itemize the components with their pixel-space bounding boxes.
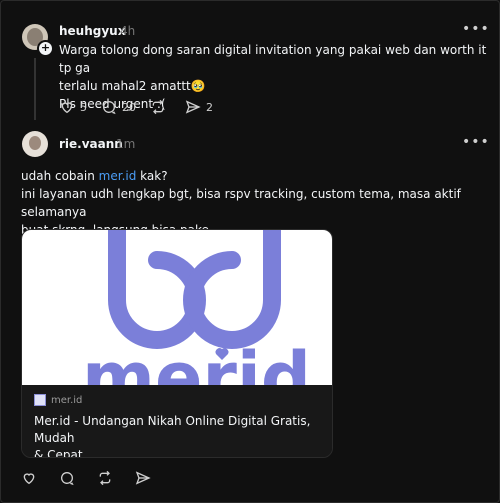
send-icon	[185, 100, 201, 114]
repost-icon	[152, 99, 164, 115]
comment-button[interactable]	[59, 470, 80, 486]
post-line: terlalu mahal2 amattt🥹	[59, 79, 206, 93]
share-button[interactable]: 2	[185, 99, 213, 115]
favicon-icon	[34, 394, 46, 406]
share-count: 2	[206, 100, 213, 114]
comment-count: 20	[122, 100, 136, 114]
mer-id-logo: merid	[82, 230, 311, 385]
repost-button[interactable]	[97, 470, 118, 486]
timestamp: 4h	[120, 24, 136, 38]
send-icon	[135, 471, 151, 485]
more-options-icon[interactable]: •••	[462, 134, 490, 150]
timestamp: 1m	[116, 137, 136, 151]
comment-icon	[103, 101, 116, 115]
repost-button[interactable]	[150, 99, 171, 115]
heart-icon	[23, 473, 35, 485]
thread-connector	[34, 58, 36, 120]
like-count: 5	[80, 100, 87, 114]
share-button[interactable]	[135, 470, 156, 486]
comment-icon	[61, 472, 74, 486]
link-domain: mer.id	[34, 394, 82, 406]
link-preview-image: merid	[22, 230, 332, 385]
like-button[interactable]	[21, 470, 42, 486]
username[interactable]: rie.vaann	[59, 137, 123, 151]
link-title: Mer.id - Undangan Nikah Online Digital G…	[34, 414, 311, 458]
post-actions: 5 20 2	[59, 99, 227, 115]
comment-button[interactable]: 20	[101, 99, 136, 115]
post-line: Warga tolong dong saran digital invitati…	[59, 43, 487, 75]
post-line: ini layanan udh lengkap bgt, bisa rspv t…	[21, 187, 461, 219]
like-button[interactable]: 5	[59, 99, 87, 115]
follow-plus-icon[interactable]: +	[37, 40, 54, 57]
mer-id-link[interactable]: mer.id	[99, 169, 137, 183]
link-preview-card[interactable]: merid mer.id Mer.id - Undangan Nikah Onl…	[21, 229, 333, 458]
more-options-icon[interactable]: •••	[462, 21, 490, 37]
username[interactable]: heuhgyux	[59, 24, 125, 38]
post-line: udah cobain mer.id kak?	[21, 169, 168, 183]
link-preview-meta: mer.id Mer.id - Undangan Nikah Online Di…	[22, 385, 332, 457]
logo-wordmark: merid	[82, 337, 311, 385]
repost-icon	[99, 470, 111, 486]
post-actions	[21, 470, 170, 486]
heart-icon	[61, 102, 73, 114]
avatar[interactable]	[22, 131, 48, 157]
